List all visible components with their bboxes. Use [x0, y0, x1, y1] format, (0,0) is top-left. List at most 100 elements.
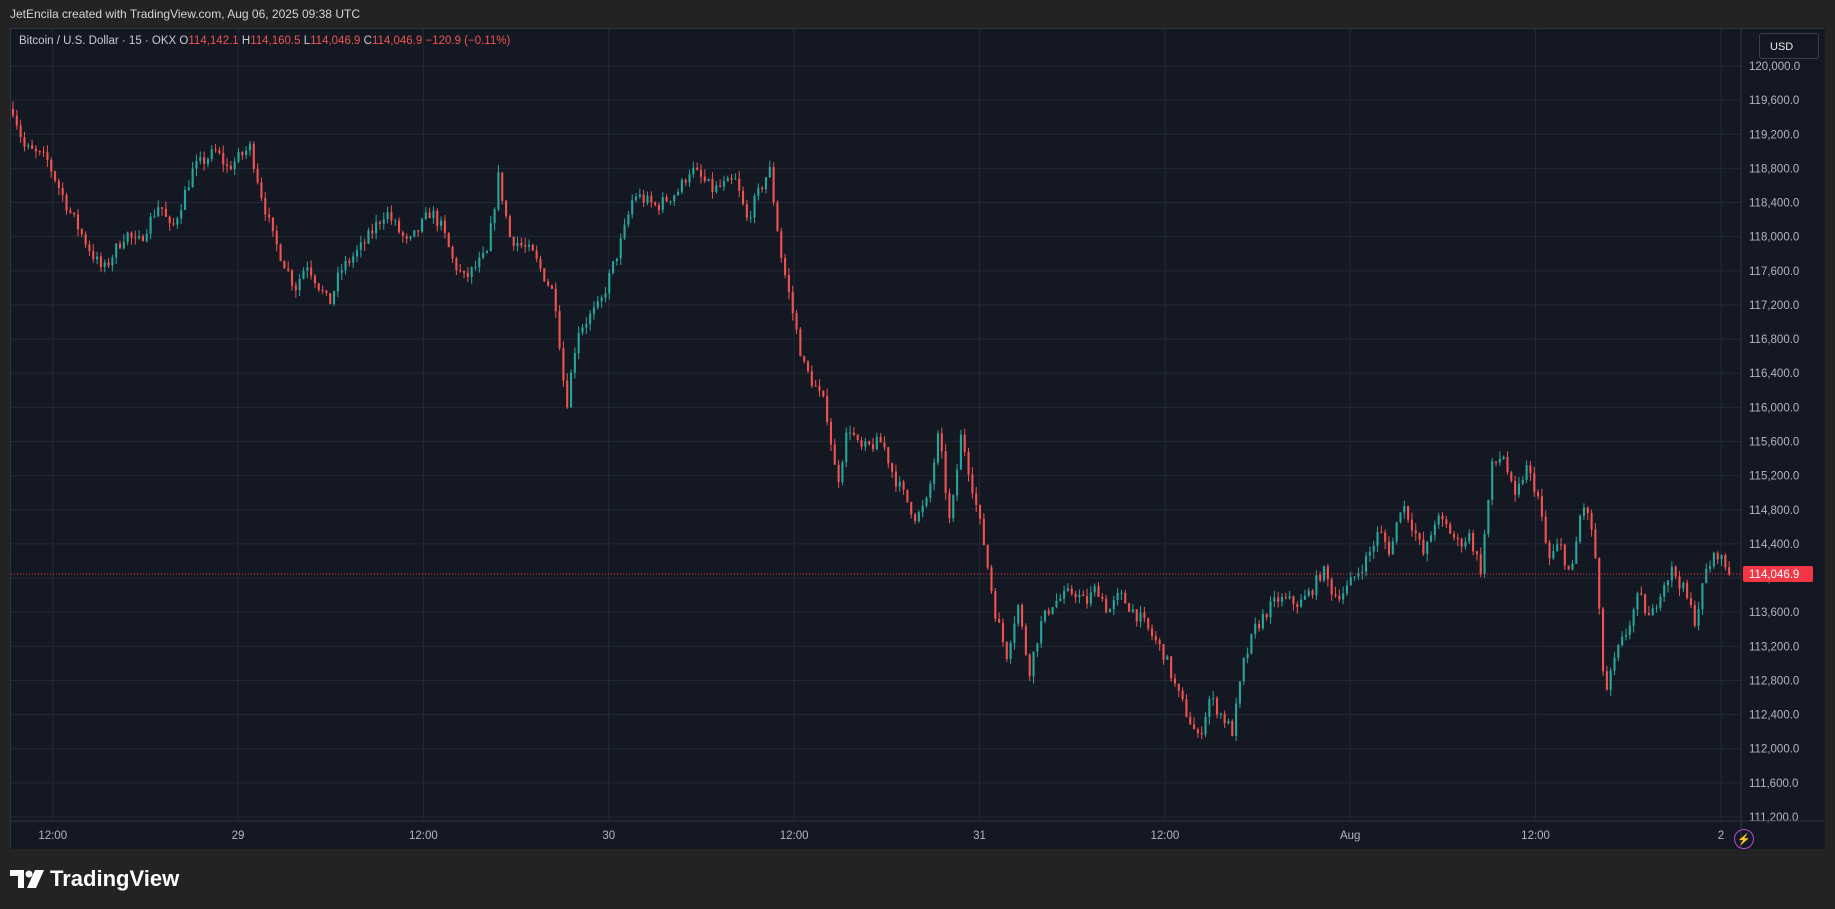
candle-body — [1529, 465, 1532, 474]
candle-body — [61, 188, 64, 195]
candle-body — [898, 481, 901, 487]
candle-body — [1013, 623, 1016, 643]
candle-body — [1128, 603, 1131, 612]
candle-body — [887, 447, 890, 464]
candle-body — [1082, 594, 1085, 597]
candle-body — [149, 216, 152, 234]
candle-body — [50, 160, 53, 172]
candle-body — [302, 270, 305, 279]
y-tick-label: 117,200.0 — [1749, 300, 1799, 312]
candle-body — [856, 435, 859, 440]
candle-body — [1640, 593, 1643, 595]
candle-body — [1349, 577, 1352, 586]
candle-body — [1491, 461, 1494, 500]
candle-body — [906, 489, 909, 503]
candle-body — [910, 502, 913, 515]
candle-body — [1296, 604, 1299, 607]
candle-body — [508, 216, 511, 238]
candle-body — [141, 235, 145, 242]
candle-body — [1395, 522, 1398, 542]
candle-body — [203, 157, 206, 164]
candle-body — [1521, 480, 1524, 484]
candle-body — [849, 432, 852, 434]
candle-body — [818, 386, 821, 391]
candle-body — [256, 168, 259, 183]
last-price-label: 114,046.9 — [1749, 569, 1799, 581]
lightning-icon[interactable]: ⚡ — [1734, 829, 1754, 849]
candle-body — [153, 216, 156, 218]
chart-panel[interactable]: 120,000.0 119,600.0 119,200.0 118,800.0 118,… — [10, 28, 1825, 849]
symbol-label[interactable]: Bitcoin / U.S. Dollar · 15 · OKX — [19, 35, 176, 47]
candle-body — [764, 177, 768, 190]
candle-body — [688, 174, 691, 183]
candle-body — [1196, 729, 1199, 734]
candle-body — [585, 323, 588, 328]
candle-body — [753, 195, 756, 218]
candle-body — [696, 167, 699, 170]
candle-body — [1024, 626, 1027, 655]
candle-body — [271, 217, 274, 231]
candle-body — [1728, 567, 1731, 575]
candle-body — [745, 204, 748, 218]
candle-body — [1353, 576, 1356, 578]
candle-body — [1709, 566, 1712, 569]
y-tick-label: 115,200.0 — [1749, 471, 1799, 483]
candle-body — [1189, 716, 1192, 725]
candle-body — [1303, 595, 1306, 600]
candle-body — [1300, 599, 1303, 607]
currency-button[interactable]: USD — [1759, 33, 1819, 59]
candle-body — [1517, 483, 1521, 495]
candle-body — [187, 187, 190, 191]
y-tick-label: 112,000.0 — [1749, 744, 1799, 756]
candle-body — [1647, 613, 1650, 616]
candle-body — [913, 514, 917, 522]
candle-body — [757, 187, 760, 196]
candle-body — [164, 208, 167, 217]
candle-body — [669, 201, 672, 203]
candle-body — [359, 242, 362, 250]
candle-body — [1605, 671, 1608, 690]
candle-body — [80, 229, 83, 235]
candle-body — [1204, 717, 1207, 735]
candle-body — [772, 167, 775, 203]
candle-body — [1265, 613, 1268, 618]
candle-body — [547, 281, 550, 286]
candle-body — [210, 149, 213, 160]
candle-body — [589, 313, 592, 324]
open-value: 114,142.1 — [188, 35, 239, 47]
candle-body — [76, 214, 80, 230]
candle-body — [84, 234, 87, 245]
candle-body — [642, 194, 645, 203]
candle-body — [1315, 574, 1318, 596]
candle-body — [1502, 457, 1505, 460]
candle-body — [1437, 515, 1440, 525]
x-tick-label: 30 — [602, 830, 615, 842]
candle-body — [512, 237, 515, 246]
candle-body — [1617, 645, 1620, 658]
candle-body — [172, 223, 175, 225]
candle-body — [237, 151, 240, 162]
chart-background — [11, 29, 1825, 849]
candle-body — [814, 385, 817, 387]
candlestick-chart[interactable]: 120,000.0 119,600.0 119,200.0 118,800.0 118,… — [11, 29, 1825, 849]
candle-body — [952, 495, 955, 519]
candle-body — [340, 270, 343, 273]
candle-body — [27, 145, 30, 147]
y-tick-label: 116,400.0 — [1749, 368, 1799, 380]
candle-body — [1177, 683, 1180, 691]
candle-body — [638, 194, 641, 197]
candle-body — [73, 212, 76, 215]
candle-body — [1319, 574, 1322, 581]
candle-body — [726, 178, 729, 182]
candle-body — [956, 469, 959, 496]
candle-body — [615, 258, 618, 262]
candle-body — [592, 307, 596, 314]
candle-body — [581, 327, 584, 333]
candle-body — [1338, 595, 1341, 600]
candle-body — [1621, 636, 1624, 646]
candle-body — [524, 245, 527, 247]
candle-body — [1670, 566, 1673, 581]
high-label: H — [241, 35, 251, 47]
brand-name: TradingView — [50, 866, 180, 891]
candle-body — [684, 179, 687, 183]
